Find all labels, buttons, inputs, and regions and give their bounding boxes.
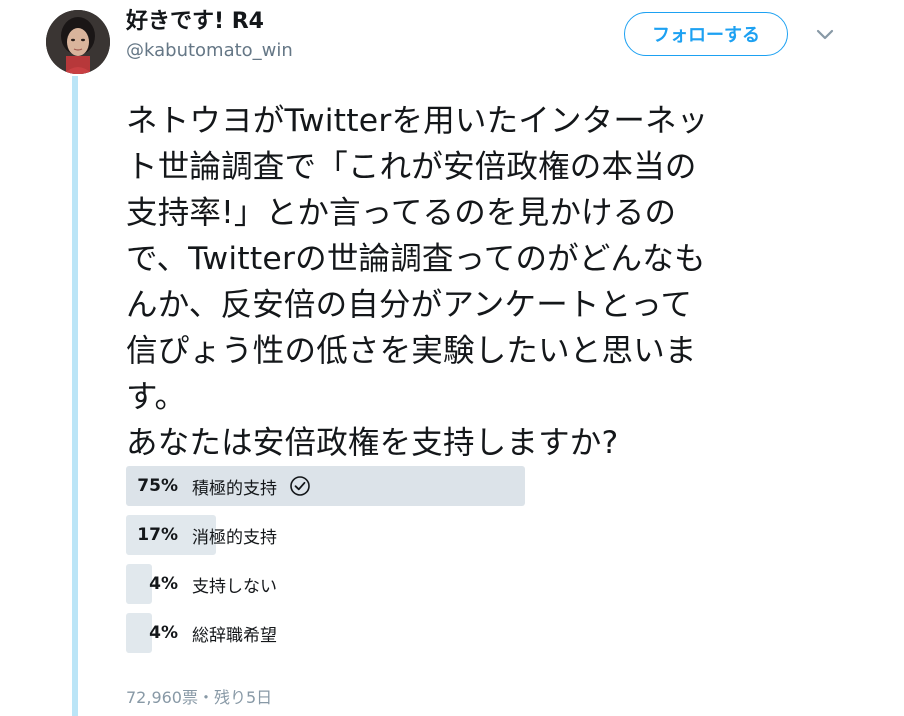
- tweet: 好きです! R4 @kabutomato_win フォローする ネトウヨがTwi…: [0, 0, 904, 716]
- poll-percent: 75%: [137, 476, 178, 496]
- poll-percent: 17%: [137, 525, 178, 545]
- user-handle[interactable]: @kabutomato_win: [126, 40, 293, 62]
- tweet-text-line: で、Twitterの世論調査ってのがどんなも: [126, 241, 706, 277]
- poll: 75% 積極的支持 17% 消極的支持 4% 支持しない 4% 総辞職希望: [126, 466, 666, 662]
- tweet-text-line: あなたは安倍政権を支持しますか?: [126, 425, 619, 461]
- poll-percent: 4%: [149, 574, 178, 594]
- poll-option: 75% 積極的支持: [126, 466, 666, 506]
- poll-option: 17% 消極的支持: [126, 515, 666, 555]
- poll-label: 総辞職希望: [192, 625, 277, 646]
- poll-option: 4% 総辞職希望: [126, 613, 666, 653]
- poll-option: 4% 支持しない: [126, 564, 666, 604]
- poll-percent: 4%: [149, 623, 178, 643]
- thread-line: [72, 76, 78, 716]
- tweet-text-line: ネトウヨがTwitterを用いたインターネッ: [126, 103, 709, 139]
- avatar[interactable]: [46, 10, 110, 74]
- tweet-text-line: す。: [126, 379, 187, 415]
- poll-label: 積極的支持: [192, 478, 277, 499]
- tweet-text-line: んか、反安倍の自分がアンケートとって: [126, 287, 693, 323]
- poll-meta: 72,960票・残り5日: [126, 688, 273, 707]
- avatar-image: [46, 10, 110, 74]
- follow-button[interactable]: フォローする: [624, 12, 788, 56]
- tweet-text-line: ト世論調査で「これが安倍政権の本当の: [126, 149, 697, 185]
- poll-label: 消極的支持: [192, 527, 277, 548]
- chevron-down-icon[interactable]: [812, 22, 838, 48]
- display-name[interactable]: 好きです! R4: [126, 8, 264, 36]
- tweet-text-line: 信ぴょう性の低さを実験したいと思いま: [126, 333, 697, 369]
- tweet-text-line: 支持率!」とか言ってるのを見かけるの: [126, 195, 677, 231]
- check-circle-icon: [289, 475, 311, 497]
- poll-label: 支持しない: [192, 576, 277, 597]
- tweet-text: ネトウヨがTwitterを用いたインターネッ ト世論調査で「これが安倍政権の本当…: [126, 98, 826, 466]
